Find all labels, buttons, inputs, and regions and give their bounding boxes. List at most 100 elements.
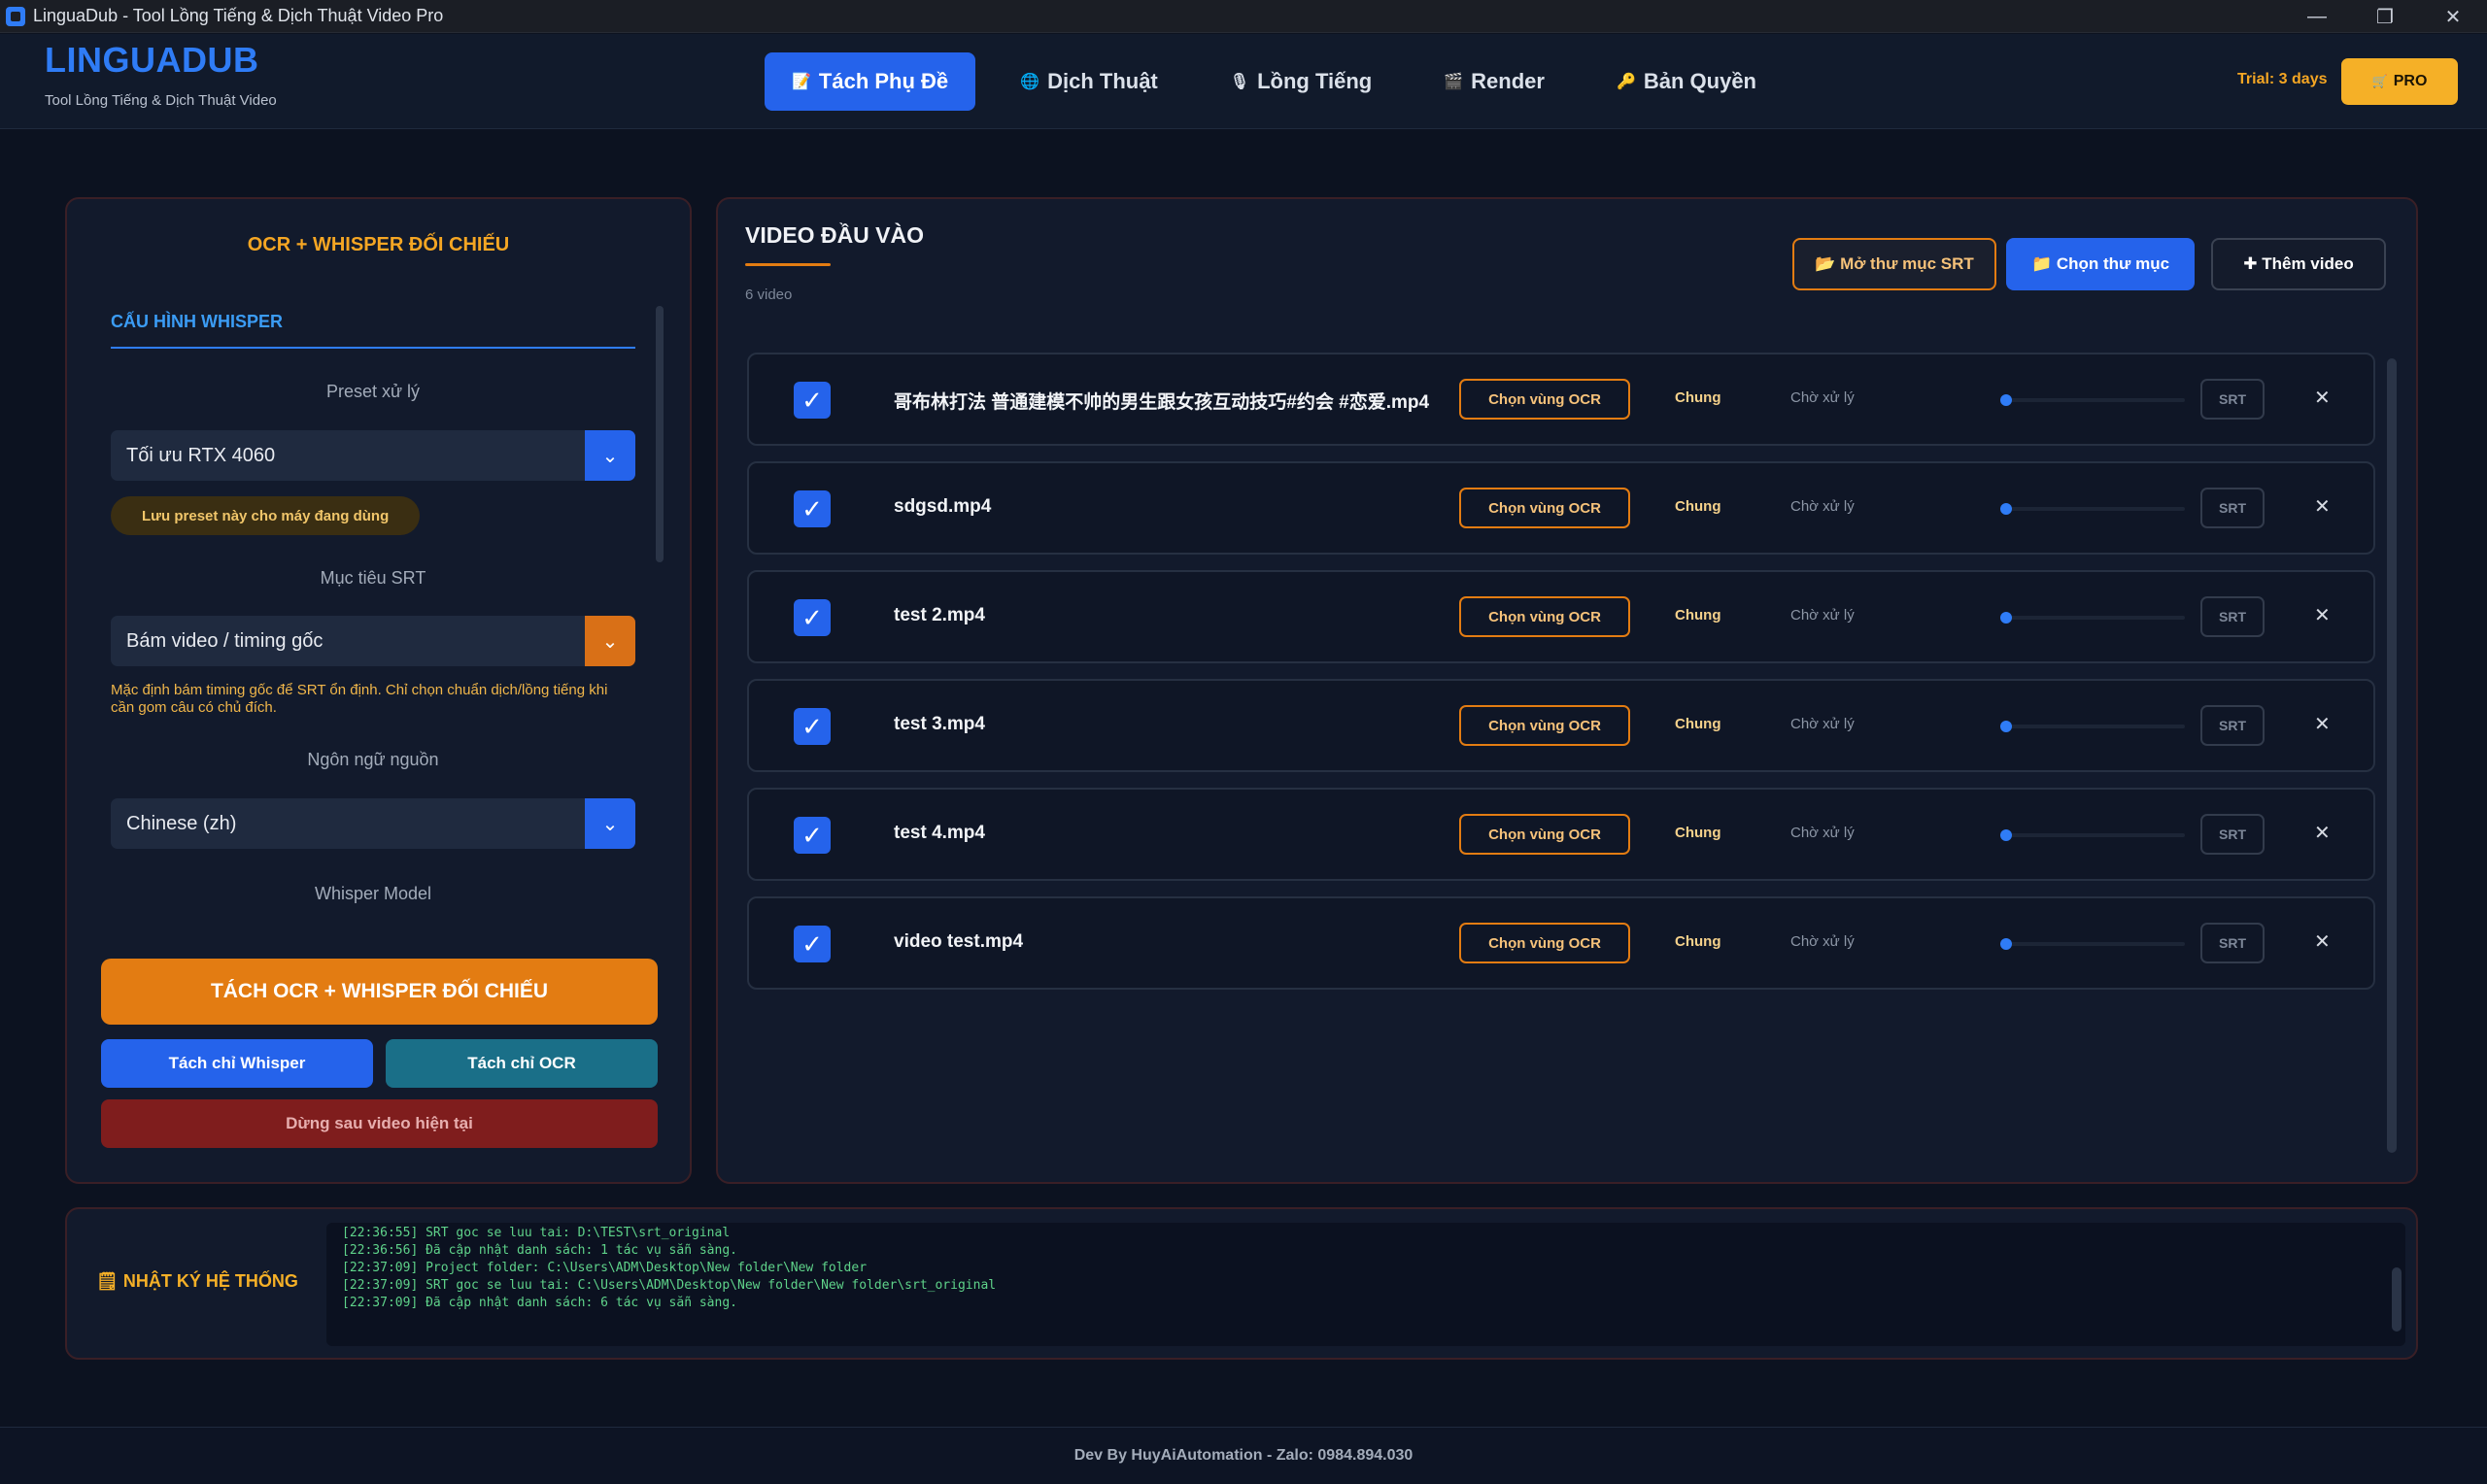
chevron-down-icon[interactable]: ⌄	[585, 430, 635, 481]
pro-button[interactable]: 🛒 PRO	[2341, 58, 2458, 105]
video-status: Chờ xử lý	[1790, 607, 1855, 624]
window-controls: — ❐ ✕	[2283, 0, 2487, 33]
log-title-text: NHẬT KÝ HỆ THỐNG	[122, 1271, 298, 1291]
log-icon: 🗒	[96, 1271, 123, 1291]
video-row[interactable]: ✓ video test.mp4 Chọn vùng OCR Chung Chờ xử …	[747, 896, 2375, 990]
preset-label: Preset xử lý	[325, 382, 421, 401]
tab-label: Lồng Tiếng	[1257, 69, 1373, 93]
config-scrollbar[interactable]	[656, 306, 664, 562]
progress-fill	[2000, 503, 2012, 515]
tab-subtitle-extract[interactable]: 📝 Tách Phụ Đề	[765, 52, 976, 111]
clapper-icon: 🎬	[1444, 74, 1464, 90]
select-ocr-region-button[interactable]: Chọn vùng OCR	[1459, 923, 1630, 963]
srt-target-select[interactable]: Bám video / timing gốc ⌄	[111, 616, 635, 666]
panel-title: OCR + WHISPER ĐỐI CHIẾU	[247, 234, 510, 255]
log-line: [22:37:09] SRT goc se luu tai: C:\Users\…	[342, 1278, 997, 1293]
restore-icon[interactable]: ❐	[2351, 0, 2419, 33]
video-checkbox[interactable]: ✓	[794, 708, 831, 745]
save-preset-button[interactable]: Lưu preset này cho máy đang dùng	[111, 496, 421, 535]
select-ocr-region-button[interactable]: Chọn vùng OCR	[1459, 488, 1630, 528]
video-row[interactable]: ✓ sdgsd.mp4 Chọn vùng OCR Chung Chờ xử lý SRT…	[747, 461, 2375, 555]
log-line: [22:37:09] Project folder: C:\Users\ADM\…	[342, 1261, 868, 1275]
video-list-scrollbar[interactable]	[2387, 358, 2397, 1153]
srt-button[interactable]: SRT	[2200, 705, 2265, 746]
video-row[interactable]: ✓ test 3.mp4 Chọn vùng OCR Chung Chờ xử lý SR…	[747, 679, 2375, 772]
title-bar: LinguaDub - Tool Lồng Tiếng & Dịch Thuật…	[0, 0, 2487, 33]
video-mode: Chung	[1675, 498, 1721, 515]
log-output[interactable]: [22:36:55] SRT goc se luu tai: D:\TEST\s…	[326, 1223, 2405, 1346]
video-row[interactable]: ✓ 哥布林打法 普通建模不帅的男生跟女孩互动技巧#约会 #恋爱.mp4 Chọn v…	[747, 353, 2375, 446]
whisper-only-button[interactable]: Tách chỉ Whisper	[101, 1039, 373, 1088]
video-file-name: test 2.mp4	[894, 605, 985, 625]
video-checkbox[interactable]: ✓	[794, 817, 831, 854]
brand-tagline: Tool Lồng Tiếng & Dịch Thuật Video	[45, 92, 277, 109]
remove-video-icon[interactable]: ✕	[2314, 494, 2331, 519]
log-line: [22:37:09] Đã cập nhật danh sách: 6 tác …	[342, 1296, 737, 1310]
srt-button[interactable]: SRT	[2200, 814, 2265, 855]
select-ocr-region-button[interactable]: Chọn vùng OCR	[1459, 379, 1630, 420]
brand-name: LINGUADUB	[45, 40, 259, 80]
progress-fill	[2000, 938, 2012, 950]
progress-fill	[2000, 829, 2012, 841]
video-progress	[2000, 394, 2185, 406]
ocr-only-button[interactable]: Tách chỉ OCR	[386, 1039, 658, 1088]
globe-icon: 🌐	[1020, 74, 1040, 90]
srt-target-hint: Mặc định bám timing gốc để SRT ổn định. …	[111, 682, 608, 716]
remove-video-icon[interactable]: ✕	[2314, 821, 2331, 845]
remove-video-icon[interactable]: ✕	[2314, 929, 2331, 954]
srt-button[interactable]: SRT	[2200, 379, 2265, 420]
log-line: [22:36:55] SRT goc se luu tai: D:\TEST\s…	[342, 1226, 731, 1240]
source-language-value: Chinese (zh)	[126, 812, 237, 834]
remove-video-icon[interactable]: ✕	[2314, 386, 2331, 410]
panel-title: VIDEO ĐẦU VÀO	[745, 222, 925, 248]
video-progress	[2000, 938, 2185, 950]
app-header: LINGUADUB Tool Lồng Tiếng & Dịch Thuật V…	[0, 34, 2487, 129]
video-file-name: test 3.mp4	[894, 714, 985, 734]
whisper-model-label: Whisper Model	[314, 884, 432, 903]
add-video-button[interactable]: ✚ Thêm video	[2211, 238, 2386, 290]
video-mode: Chung	[1675, 607, 1721, 624]
minimize-icon[interactable]: —	[2283, 0, 2351, 33]
trial-status: Trial: 3 days	[2237, 71, 2328, 87]
tab-dubbing[interactable]: 🎙 Lồng Tiếng	[1203, 52, 1399, 111]
pro-label: PRO	[2393, 73, 2428, 89]
video-checkbox[interactable]: ✓	[794, 490, 831, 527]
video-status: Chờ xử lý	[1790, 716, 1855, 732]
tab-translate[interactable]: 🌐 Dịch Thuật	[993, 52, 1185, 111]
tab-render[interactable]: 🎬 Render	[1416, 52, 1572, 111]
video-status: Chờ xử lý	[1790, 933, 1855, 950]
video-row[interactable]: ✓ test 2.mp4 Chọn vùng OCR Chung Chờ xử lý SR…	[747, 570, 2375, 663]
system-log-panel: 🗒 NHẬT KÝ HỆ THỐNG [22:36:55] SRT goc se…	[65, 1207, 2418, 1360]
video-row[interactable]: ✓ test 4.mp4 Chọn vùng OCR Chung Chờ xử lý SR…	[747, 788, 2375, 881]
remove-video-icon[interactable]: ✕	[2314, 712, 2331, 736]
tab-license[interactable]: 🔑 Bản Quyền	[1589, 52, 1784, 111]
video-checkbox[interactable]: ✓	[794, 382, 831, 419]
select-ocr-region-button[interactable]: Chọn vùng OCR	[1459, 596, 1630, 637]
open-srt-folder-button[interactable]: 📂 Mở thư mục SRT	[1792, 238, 1996, 290]
chevron-down-icon[interactable]: ⌄	[585, 798, 635, 849]
video-progress	[2000, 503, 2185, 515]
srt-button[interactable]: SRT	[2200, 488, 2265, 528]
video-status: Chờ xử lý	[1790, 825, 1855, 841]
video-checkbox[interactable]: ✓	[794, 926, 831, 962]
srt-button[interactable]: SRT	[2200, 923, 2265, 963]
source-language-select[interactable]: Chinese (zh) ⌄	[111, 798, 635, 849]
stop-after-current-button[interactable]: Dừng sau video hiện tại	[101, 1099, 658, 1148]
choose-folder-button[interactable]: 📁 Chọn thư mục	[2006, 238, 2195, 290]
select-ocr-region-button[interactable]: Chọn vùng OCR	[1459, 705, 1630, 746]
video-file-name: test 4.mp4	[894, 823, 985, 843]
tab-label: Tách Phụ Đề	[818, 69, 949, 93]
microphone-icon: 🎙	[1229, 74, 1250, 90]
srt-button[interactable]: SRT	[2200, 596, 2265, 637]
chevron-down-icon[interactable]: ⌄	[585, 616, 635, 666]
tab-label: Dịch Thuật	[1047, 69, 1158, 93]
close-window-icon[interactable]: ✕	[2419, 0, 2487, 33]
ocr-whisper-extract-button[interactable]: TÁCH OCR + WHISPER ĐỐI CHIẾU	[101, 959, 658, 1025]
preset-select[interactable]: Tối ưu RTX 4060 ⌄	[111, 430, 635, 481]
app-icon	[6, 6, 25, 26]
log-scrollbar[interactable]	[2392, 1267, 2402, 1332]
select-ocr-region-button[interactable]: Chọn vùng OCR	[1459, 814, 1630, 855]
main-nav: 📝 Tách Phụ Đề 🌐 Dịch Thuật 🎙 Lồng Tiếng …	[765, 52, 1801, 111]
remove-video-icon[interactable]: ✕	[2314, 603, 2331, 627]
video-checkbox[interactable]: ✓	[794, 599, 831, 636]
